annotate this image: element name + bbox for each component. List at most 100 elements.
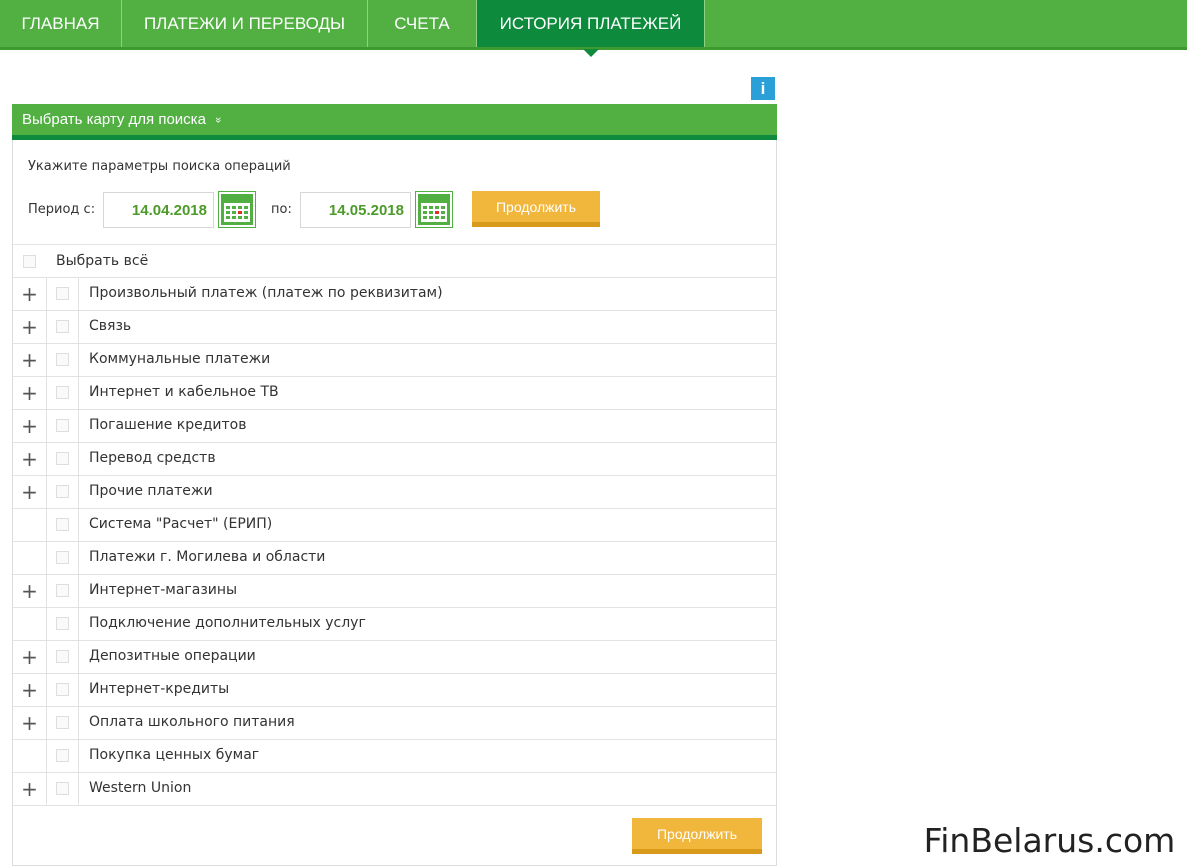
category-row: + Прочие платежи [13,475,776,508]
category-row: + Связь [13,310,776,343]
category-checkbox[interactable] [56,485,69,498]
expand-plus-icon[interactable]: + [13,773,46,805]
info-icon[interactable]: i [751,77,775,100]
category-label: Интернет-кредиты [89,681,230,697]
checkbox-cell [46,377,79,409]
select-all-label: Выбрать всё [56,253,149,269]
date-from-input[interactable] [103,192,214,228]
category-row: + Интернет-кредиты [13,673,776,706]
expand-placeholder [13,740,46,772]
date-to-input[interactable] [300,192,411,228]
category-label: Перевод средств [89,450,216,466]
category-row: + Интернет-магазины [13,574,776,607]
category-row: + Произвольный платеж (платеж по реквизит… [13,277,776,310]
category-row: + Оплата школьного питания [13,706,776,739]
category-checkbox[interactable] [56,617,69,630]
category-checkbox[interactable] [56,716,69,729]
tab-main[interactable]: ГЛАВНАЯ [0,0,122,47]
category-label: Прочие платежи [89,483,213,499]
expand-plus-icon[interactable]: + [13,641,46,673]
tab-accounts[interactable]: СЧЕТА [368,0,477,47]
checkbox-cell [46,311,79,343]
category-checkbox[interactable] [56,353,69,366]
calendar-icon [221,194,253,225]
category-label: Покупка ценных бумаг [89,747,260,763]
checkbox-cell [46,740,79,772]
category-checkbox[interactable] [56,320,69,333]
category-list: + Произвольный платеж (платеж по реквизит… [13,277,776,806]
checkbox-cell [46,476,79,508]
expand-placeholder [13,608,46,640]
category-checkbox[interactable] [56,386,69,399]
checkbox-cell [46,410,79,442]
select-all-checkbox[interactable] [23,255,36,268]
card-select-label: Выбрать карту для поиска [22,111,206,128]
category-row: + Депозитные операции [13,640,776,673]
expand-plus-icon[interactable]: + [13,575,46,607]
category-checkbox[interactable] [56,683,69,696]
card-select-dropdown[interactable]: Выбрать карту для поиска » [12,104,777,140]
category-checkbox[interactable] [56,650,69,663]
expand-plus-icon[interactable]: + [13,311,46,343]
category-row: + Перевод средств [13,442,776,475]
category-checkbox[interactable] [56,452,69,465]
category-label: Произвольный платеж (платеж по реквизита… [89,285,443,301]
checkbox-cell [46,542,79,574]
category-checkbox[interactable] [56,749,69,762]
category-label: Погашение кредитов [89,417,247,433]
expand-plus-icon[interactable]: + [13,410,46,442]
expand-placeholder [13,509,46,541]
search-hint: Укажите параметры поиска операций [28,159,291,174]
period-to-label: по: [271,202,292,217]
category-row: + Коммунальные платежи [13,343,776,376]
category-label: Интернет-магазины [89,582,238,598]
expand-plus-icon[interactable]: + [13,443,46,475]
category-label: Western Union [89,780,192,796]
expand-plus-icon[interactable]: + [13,344,46,376]
category-checkbox[interactable] [56,782,69,795]
expand-placeholder [13,542,46,574]
chevron-down-icon: » [211,116,224,123]
tab-payment-history[interactable]: ИСТОРИЯ ПЛАТЕЖЕЙ [477,0,705,57]
expand-plus-icon[interactable]: + [13,278,46,310]
checkbox-cell [46,608,79,640]
category-row: Система "Расчет" (ЕРИП) [13,508,776,541]
category-row: Платежи г. Могилева и области [13,541,776,574]
tab-payments-transfers[interactable]: ПЛАТЕЖИ И ПЕРЕВОДЫ [122,0,368,47]
category-row: + Western Union [13,772,776,805]
category-label: Оплата школьного питания [89,714,295,730]
continue-button-bottom[interactable]: Продолжить [632,818,762,854]
calendar-to-button[interactable] [415,191,453,228]
category-checkbox[interactable] [56,551,69,564]
expand-plus-icon[interactable]: + [13,707,46,739]
category-row: Покупка ценных бумаг [13,739,776,772]
calendar-from-button[interactable] [218,191,256,228]
category-row: + Погашение кредитов [13,409,776,442]
category-label: Депозитные операции [89,648,256,664]
expand-plus-icon[interactable]: + [13,476,46,508]
checkbox-cell [46,641,79,673]
expand-plus-icon[interactable]: + [13,674,46,706]
category-checkbox[interactable] [56,518,69,531]
category-row: Подключение дополнительных услуг [13,607,776,640]
checkbox-cell [46,344,79,376]
checkbox-cell [46,674,79,706]
category-label: Система "Расчет" (ЕРИП) [89,516,273,532]
checkbox-cell [46,278,79,310]
category-label: Связь [89,318,132,334]
category-checkbox[interactable] [56,584,69,597]
category-label: Интернет и кабельное ТВ [89,384,279,400]
checkbox-cell [46,707,79,739]
expand-plus-icon[interactable]: + [13,377,46,409]
category-checkbox[interactable] [56,287,69,300]
continue-button-top[interactable]: Продолжить [472,191,600,227]
category-label: Коммунальные платежи [89,351,271,367]
category-label: Платежи г. Могилева и области [89,549,326,565]
select-all-row: Выбрать всё [13,244,776,277]
checkbox-cell [46,509,79,541]
category-checkbox[interactable] [56,419,69,432]
checkbox-cell [46,443,79,475]
list-divider [13,805,776,806]
search-panel: Выбрать карту для поиска » Укажите парам… [12,104,777,866]
checkbox-cell [46,773,79,805]
